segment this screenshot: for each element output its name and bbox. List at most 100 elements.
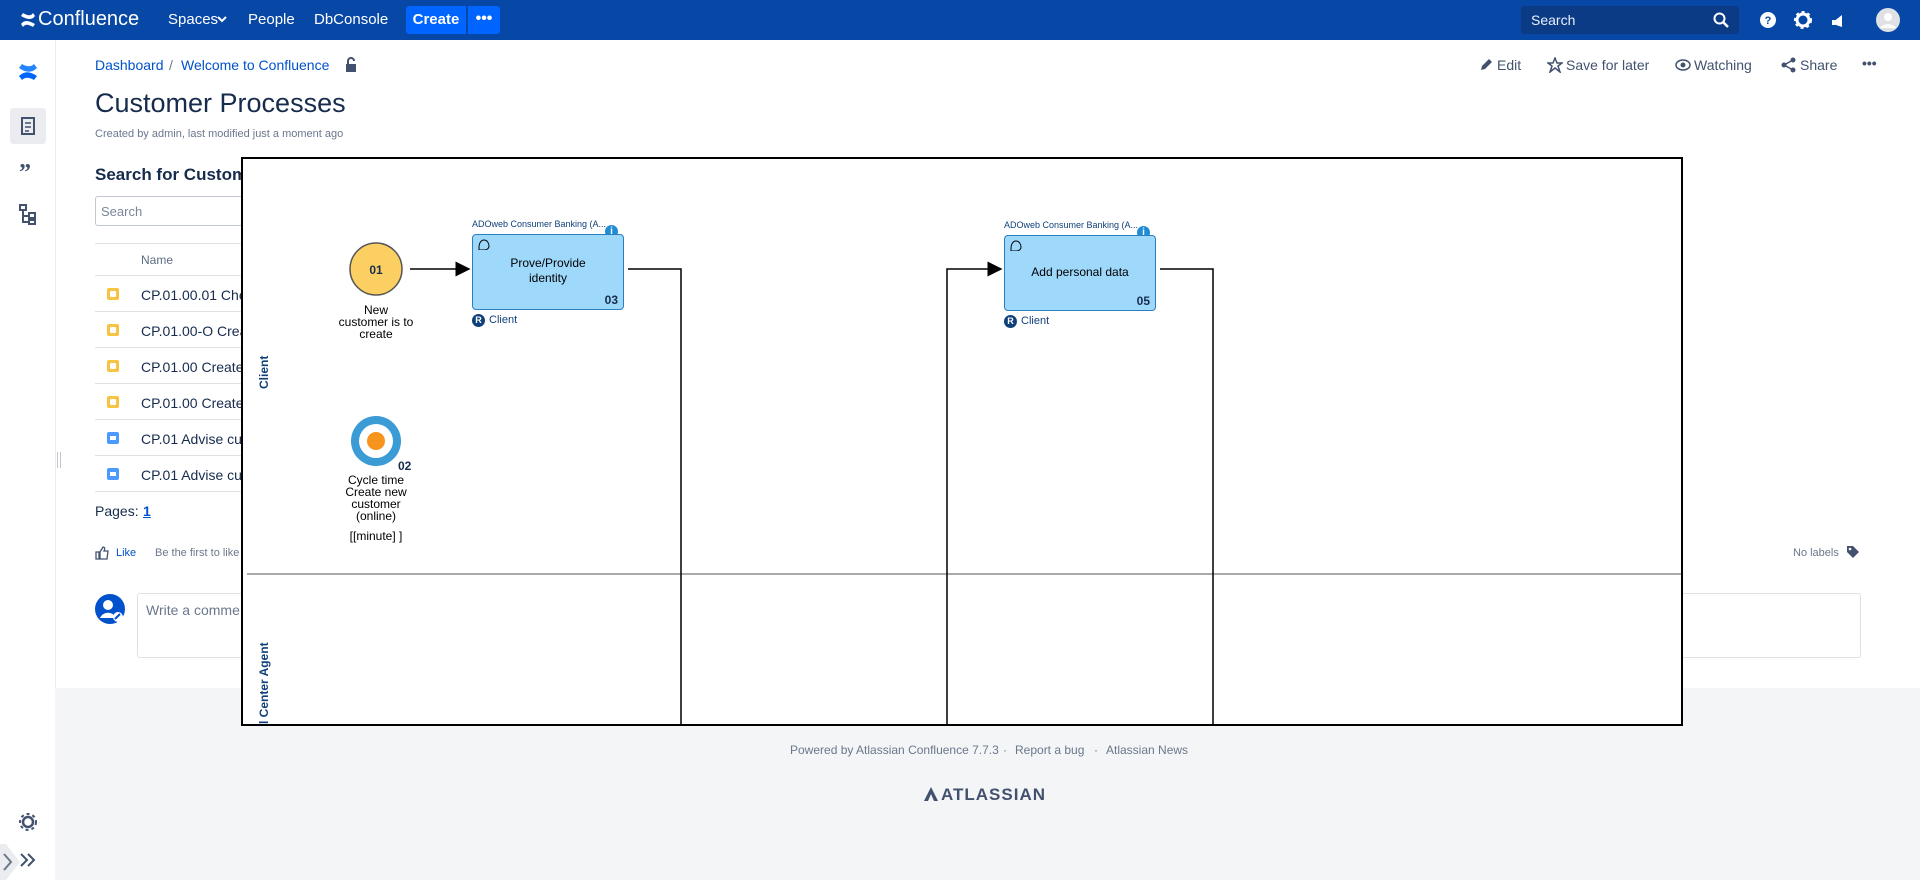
help-icon[interactable]: ? (1757, 9, 1779, 31)
create-button[interactable]: Create (406, 6, 466, 34)
confluence-logo-label[interactable]: Confluence (38, 8, 139, 31)
top-navigation-bar: Confluence Spaces People DbConsole Creat… (0, 0, 1920, 40)
breadcrumb-welcome[interactable]: Welcome to Confluence (181, 57, 329, 73)
people-link[interactable]: People (248, 11, 295, 28)
task-role-label[interactable]: Client (1021, 315, 1049, 327)
task-role-label[interactable]: Client (489, 314, 517, 326)
search-input[interactable]: Search (1521, 6, 1739, 34)
name-column-header[interactable]: Name (141, 253, 173, 267)
footer-separator: · (1003, 743, 1007, 757)
save-for-later-button[interactable]: Save for later (1566, 57, 1649, 73)
like-button[interactable]: Like (116, 547, 136, 559)
confluence-logo-icon[interactable] (20, 11, 36, 29)
task-type-icon (478, 239, 490, 250)
atlassian-news-link[interactable]: Atlassian News (1106, 743, 1188, 757)
task-title-line: Add personal data (1031, 265, 1129, 279)
commenter-avatar-icon (95, 594, 125, 624)
search-heading: Search for Custom (95, 165, 248, 184)
share-button[interactable]: Share (1800, 57, 1837, 73)
eye-icon (1675, 59, 1691, 71)
table-row[interactable]: CP.01.00.01 Che (141, 287, 247, 303)
share-icon (1781, 57, 1796, 73)
user-avatar-icon[interactable] (1876, 8, 1900, 32)
connector-arrow (946, 261, 1003, 724)
more-actions-button[interactable]: ••• (1862, 55, 1877, 71)
start-event-number: 01 (369, 263, 383, 277)
task-add-personal-data[interactable]: Add personal data 05 (1004, 235, 1156, 311)
space-settings-icon[interactable] (16, 810, 40, 834)
timer-unit-label: [[minute] ] (349, 529, 403, 543)
table-row[interactable]: CP.01 Advise cu (141, 467, 242, 483)
task-model-reference[interactable]: ADOweb Consumer Banking (A... (472, 219, 606, 229)
processes-search-input[interactable]: Search (95, 196, 255, 226)
process-map-blue-icon (107, 432, 119, 444)
atlassian-brand: ATLASSIAN (941, 785, 1047, 804)
process-map-blue-icon (107, 468, 119, 480)
table-row[interactable]: CP.01.00 Create (141, 395, 243, 411)
task-number: 05 (1136, 294, 1150, 308)
task-title-line: identity (528, 271, 568, 285)
task-model-reference[interactable]: ADOweb Consumer Banking (A... (1004, 220, 1138, 230)
notifications-megaphone-icon[interactable] (1828, 9, 1850, 31)
dbconsole-link[interactable]: DbConsole (314, 11, 388, 28)
like-thumb-icon (95, 546, 109, 560)
task-type-icon (1010, 240, 1022, 251)
collapse-tab-icon[interactable] (0, 844, 22, 880)
task-prove-identity[interactable]: Prove/Provide identity 03 (472, 234, 624, 310)
row-divider (95, 311, 245, 312)
page-icon (21, 117, 35, 135)
process-yellow-icon (107, 288, 119, 300)
row-divider (95, 347, 245, 348)
settings-gear-icon[interactable] (1792, 9, 1814, 31)
row-divider (95, 419, 245, 420)
chevron-down-icon (217, 16, 227, 23)
table-top-divider (95, 243, 245, 244)
table-row[interactable]: CP.01 Advise cu (141, 431, 242, 447)
pages-label: Pages: (95, 503, 139, 519)
breadcrumb-separator: / (169, 57, 173, 73)
row-divider (95, 491, 245, 492)
edit-button[interactable]: Edit (1497, 57, 1521, 73)
create-more-button[interactable]: ••• (468, 6, 500, 34)
be-first-to-like: Be the first to like (155, 547, 240, 559)
process-diagram-viewer[interactable]: Client l Center Agent 01 New customer is… (241, 157, 1683, 726)
sidebar-resize-handle[interactable] (57, 452, 61, 468)
watching-button[interactable]: Watching (1694, 57, 1752, 73)
lane-label-agent: l Center Agent (257, 642, 271, 724)
page-tree-icon[interactable] (16, 202, 40, 226)
report-bug-link[interactable]: Report a bug (1015, 743, 1084, 757)
powered-by-text: Powered by Atlassian Confluence 7.7.3 (790, 743, 999, 757)
blog-quote-icon[interactable]: ” (16, 158, 40, 182)
connector-line (628, 268, 682, 724)
lane-label-client: Client (257, 355, 271, 389)
page-number-link[interactable]: 1 (143, 503, 151, 519)
breadcrumb-dashboard[interactable]: Dashboard (95, 57, 164, 73)
table-header-divider (95, 275, 245, 276)
role-badge-icon: R (1004, 315, 1017, 328)
unlock-icon[interactable] (344, 57, 358, 73)
table-row[interactable]: CP.01.00-O Crea (141, 323, 247, 339)
label-tag-icon[interactable] (1846, 545, 1860, 559)
page-byline: Created by admin, last modified just a m… (95, 128, 344, 140)
confluence-space-icon[interactable] (16, 60, 40, 84)
svg-text:”: ” (19, 160, 31, 182)
timer-label-line: (online) (355, 509, 397, 523)
svg-text:?: ? (1765, 15, 1772, 27)
role-badge-icon: R (472, 314, 485, 327)
edit-pencil-icon (1481, 59, 1492, 70)
left-sidebar-rail: ” (0, 40, 56, 880)
atlassian-logo-icon (924, 787, 938, 801)
spaces-menu[interactable]: Spaces (168, 11, 218, 28)
footer-separator: · (1094, 743, 1098, 757)
row-divider (95, 383, 245, 384)
task-title-line: Prove/Provide (510, 256, 586, 270)
table-row[interactable]: CP.01.00 Create (141, 359, 243, 375)
row-divider (95, 455, 245, 456)
search-icon[interactable] (1713, 12, 1729, 28)
no-labels-text: No labels (1793, 547, 1839, 559)
pages-nav-item[interactable] (10, 108, 46, 144)
diagram-canvas (247, 242, 1681, 724)
task-number: 03 (604, 293, 618, 307)
process-yellow-icon (107, 360, 119, 372)
timer-event-number: 02 (398, 459, 412, 473)
